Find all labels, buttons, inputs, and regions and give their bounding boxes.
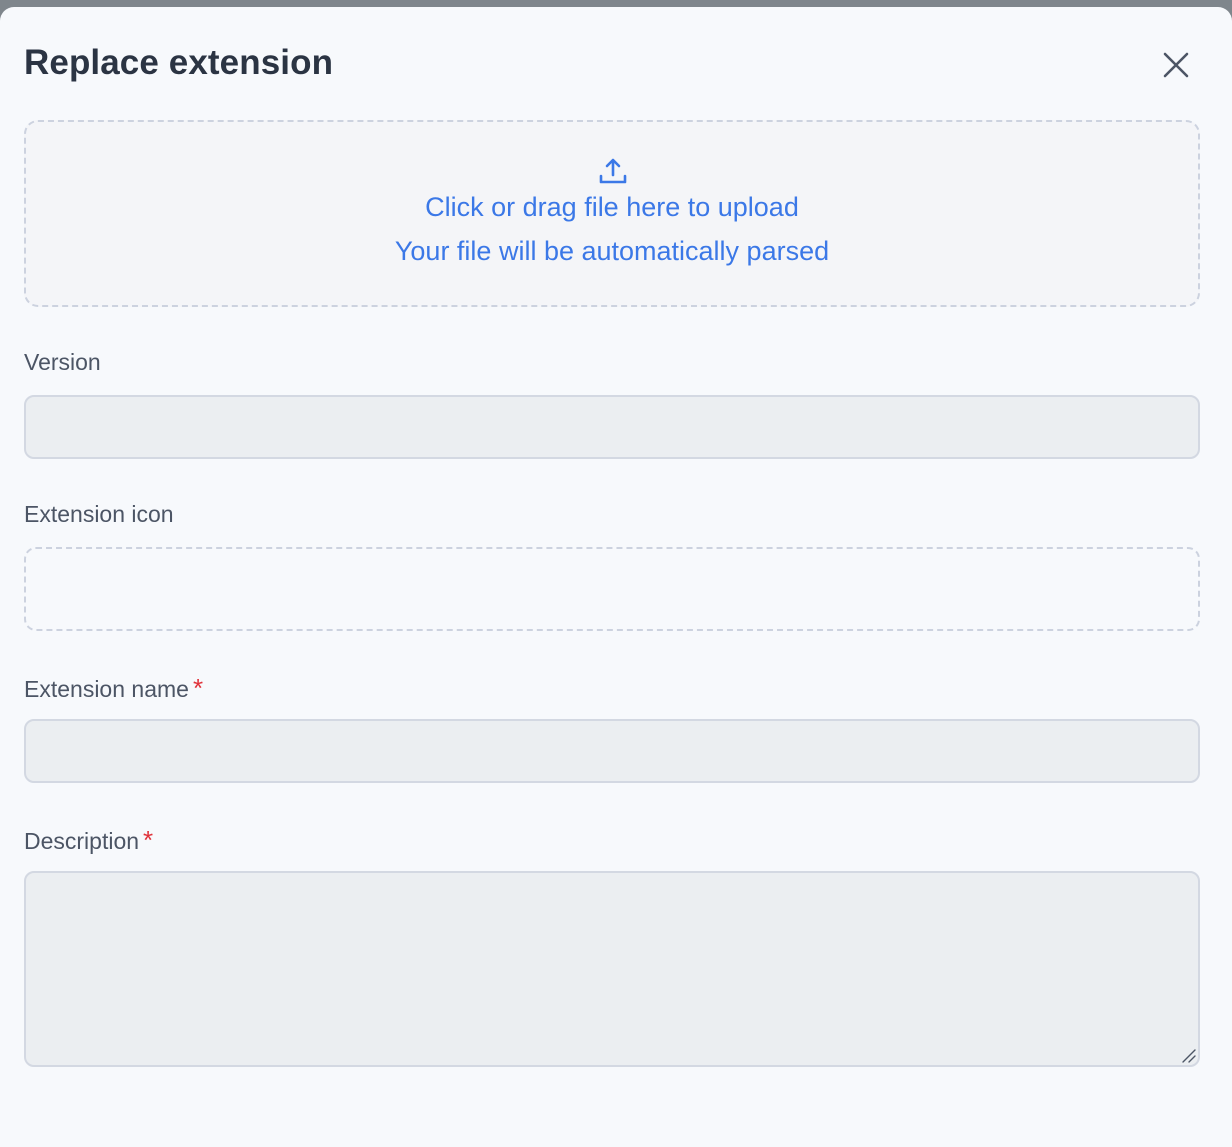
resize-grip-icon[interactable] [1180, 1047, 1196, 1063]
upload-hint: Your file will be automatically parsed [394, 236, 830, 266]
upload-icon [599, 158, 627, 184]
extension-icon-label: Extension icon [24, 501, 174, 527]
replace-extension-dialog: Replace extension Click or drag file her… [0, 7, 1232, 1147]
version-label: Version [24, 349, 101, 375]
description-textarea[interactable] [24, 871, 1200, 1067]
description-label-text: Description [24, 828, 140, 854]
extension-name-input[interactable] [24, 719, 1200, 783]
extension-icon-dropzone[interactable] [24, 547, 1200, 631]
required-marker: * [143, 825, 154, 855]
dialog-title: Replace extension [24, 43, 334, 82]
upload-instruction: Click or drag file here to upload [425, 192, 799, 222]
required-marker: * [192, 673, 204, 703]
extension-name-label: Extension name * [24, 673, 203, 704]
close-icon [1163, 52, 1189, 78]
description-label: Description * [24, 825, 153, 856]
close-button[interactable] [1156, 45, 1196, 85]
file-upload-dropzone[interactable]: Click or drag file here to upload Your f… [24, 120, 1200, 307]
version-input[interactable] [24, 395, 1200, 459]
extension-name-label-text: Extension name [24, 676, 189, 702]
